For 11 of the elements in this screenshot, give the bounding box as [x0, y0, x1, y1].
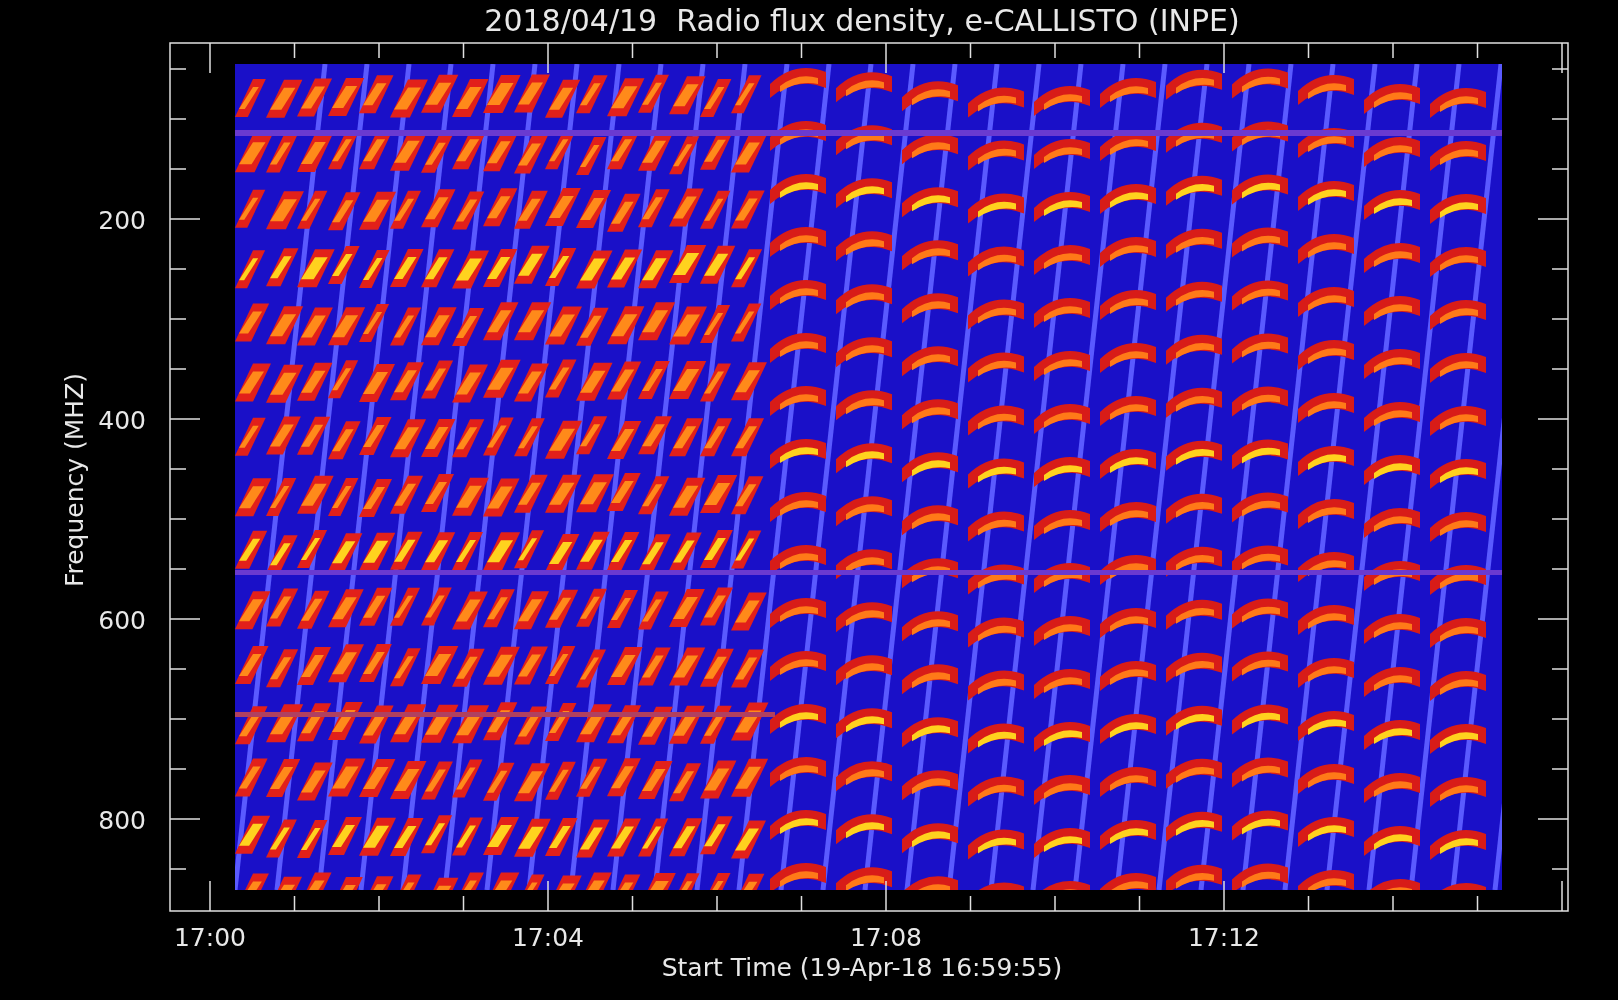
axis-label: Start Time (19-Apr-18 16:59:55): [661, 953, 1063, 982]
tick-label: 600: [98, 606, 146, 635]
tick-label: 17:08: [850, 923, 922, 952]
tick-label: 17:04: [512, 923, 584, 952]
tick-label: 400: [98, 406, 146, 435]
axis-label: Frequency (MHZ): [60, 372, 89, 588]
tick-label: 200: [98, 206, 146, 235]
chart-title: 2018/04/19 Radio flux density, e-CALLISTO (INPE): [484, 3, 1240, 38]
tick-label: 17:00: [174, 923, 246, 952]
tick-label: 800: [98, 806, 146, 835]
tick-label: 17:12: [1188, 923, 1260, 952]
